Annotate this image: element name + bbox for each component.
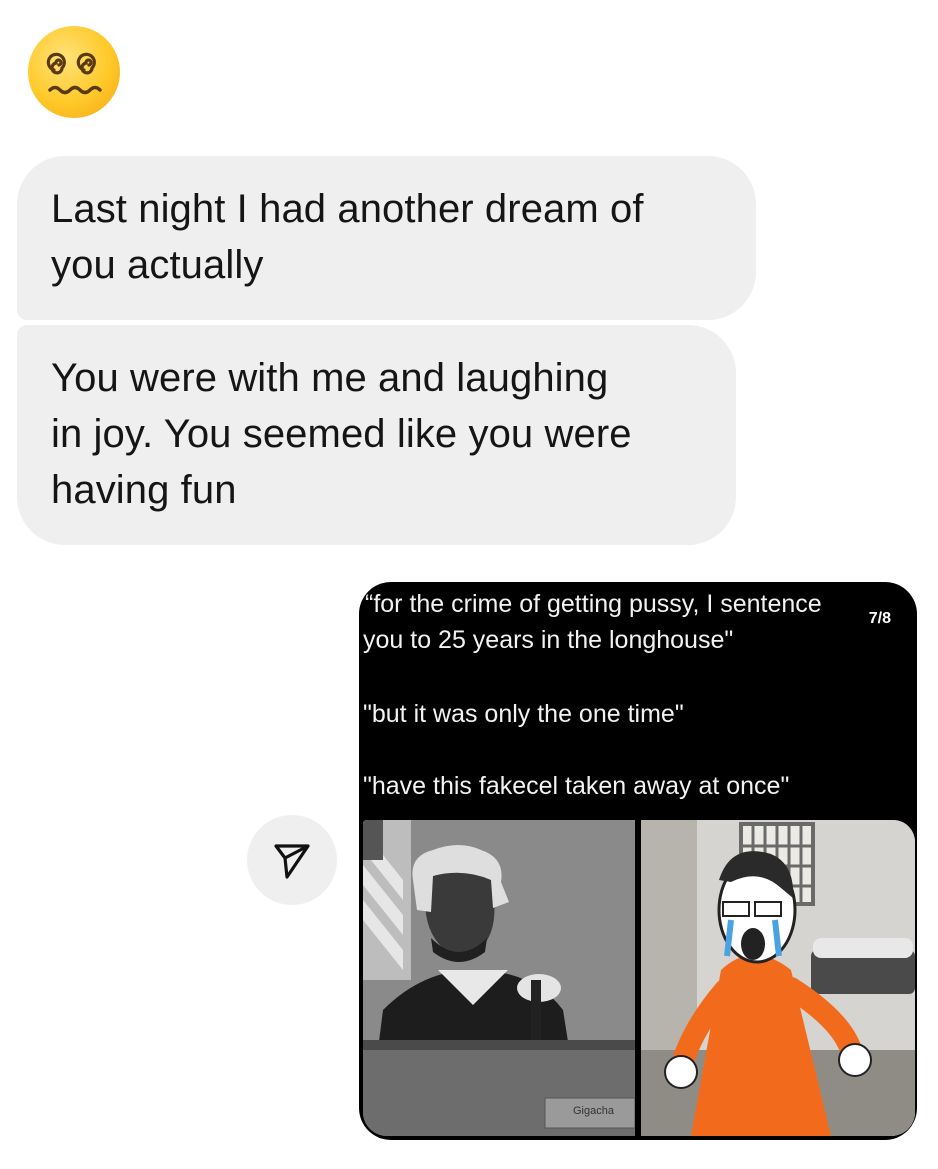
message-bubble[interactable]: Last night I had another dream of you ac… xyxy=(17,156,756,320)
message-line: you actually xyxy=(51,243,264,287)
message-line: in joy. You seemed like you were xyxy=(51,412,632,456)
post-caption-line: “for the crime of getting pussy, I sente… xyxy=(365,590,822,618)
share-button[interactable] xyxy=(247,815,337,905)
message-text: Last night I had another dream of you ac… xyxy=(51,181,726,293)
nameplate-text: Gigacha xyxy=(573,1105,615,1117)
post-caption-line: you to 25 years in the longhouse" xyxy=(363,626,734,654)
message-text: You were with me and laughing in joy. Yo… xyxy=(51,350,706,518)
shared-post[interactable]: “for the crime of getting pussy, I sente… xyxy=(359,582,917,1140)
message-line: You were with me and laughing xyxy=(51,356,609,400)
post-caption-line: "but it was only the one time" xyxy=(363,700,684,728)
meme-image-judge: Gigacha xyxy=(363,820,635,1136)
message-line: Last night I had another dream of xyxy=(51,187,644,231)
carousel-counter: 7/8 xyxy=(868,610,891,627)
message-bubble[interactable]: You were with me and laughing in joy. Yo… xyxy=(17,325,736,545)
send-arrow-icon xyxy=(274,844,310,879)
post-caption-line: "have this fakecel taken away at once" xyxy=(363,772,790,800)
reaction-emoji-icon xyxy=(28,26,120,118)
message-line: having fun xyxy=(51,468,237,512)
meme-image-cell xyxy=(641,820,915,1136)
